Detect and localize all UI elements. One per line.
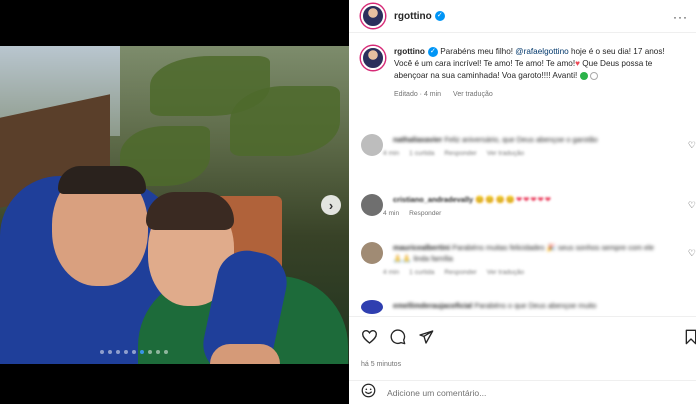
like-comment-heart-icon[interactable]: ♡	[688, 140, 696, 151]
like-heart-icon[interactable]	[361, 329, 378, 349]
post-photo[interactable]	[0, 46, 349, 364]
carousel-dot	[132, 350, 136, 354]
carousel-dot	[164, 350, 168, 354]
caption-username[interactable]: rgottino	[394, 47, 425, 56]
caption-meta: Editado · 4 min Ver tradução	[394, 89, 684, 101]
caption-translate-link[interactable]: Ver tradução	[453, 91, 493, 98]
comment-item: mauricealbertini Parabéns muitas felicid…	[361, 242, 696, 276]
green-circle-emoji	[579, 72, 588, 81]
commenter-avatar[interactable]	[361, 242, 383, 264]
commenter-avatar[interactable]	[361, 134, 383, 156]
author-username[interactable]: rgottino	[394, 11, 432, 22]
photo-boy-hair	[146, 192, 234, 230]
carousel-dot	[156, 350, 160, 354]
author-avatar[interactable]	[361, 4, 385, 28]
comment-input[interactable]	[387, 387, 637, 398]
carousel-dot	[116, 350, 120, 354]
carousel-dot	[148, 350, 152, 354]
post-details-panel: rgottino ✓ ··· rgottino ✓ Parabéns meu fi…	[349, 0, 696, 404]
post-caption: rgottino ✓ Parabéns meu filho! @rafaelgot…	[361, 46, 691, 101]
caption-avatar[interactable]	[361, 46, 385, 70]
comment-meta: 4 min 1 curtida Responder Ver tradução	[383, 150, 525, 157]
comment-text: mauricealbertini Parabéns muitas felicid…	[393, 243, 655, 263]
caption-mention[interactable]: @rafaelgottino	[515, 47, 568, 56]
comment-item: nathaliaxavier Feliz aniversário, que De…	[361, 134, 696, 157]
comment-text: cristiano_andradevally 😊😊😊😊❤❤❤❤❤	[393, 195, 552, 204]
instagram-post-window: › rgottino ✓ ··· rgottino ✓ Parabéns meu …	[0, 0, 696, 404]
carousel-dot	[108, 350, 112, 354]
more-options-icon[interactable]: ···	[673, 10, 688, 24]
emoji-smiley-icon[interactable]	[361, 383, 376, 403]
comment-text: emellimderaujacoficial Parabéns o que De…	[393, 301, 597, 310]
caption-edited: Editado · 4 min	[394, 90, 442, 98]
comment-item: cristiano_andradevally 😊😊😊😊❤❤❤❤❤ 4 min Re…	[361, 194, 696, 217]
comment-meta: 4 min 1 curtida Responder Ver tradução	[383, 269, 525, 276]
carousel-dot	[124, 350, 128, 354]
caption-text-1: Parabéns meu filho!	[437, 47, 516, 56]
like-comment-heart-icon[interactable]: ♡	[688, 248, 696, 259]
caption-body: rgottino ✓ Parabéns meu filho! @rafaelgot…	[394, 46, 684, 101]
photo-hand	[210, 344, 280, 364]
commenter-avatar[interactable]	[361, 194, 383, 216]
carousel-dots	[100, 350, 168, 354]
chevron-right-icon: ›	[328, 197, 334, 213]
verified-badge-icon: ✓	[434, 11, 445, 21]
post-action-bar	[349, 316, 696, 356]
carousel-dot	[100, 350, 104, 354]
comment-item: emellimderaujacoficial Parabéns o que De…	[361, 300, 696, 314]
share-send-icon[interactable]	[418, 329, 434, 350]
comment-text: nathaliaxavier Feliz aniversário, que De…	[393, 135, 598, 144]
save-bookmark-icon[interactable]	[684, 329, 696, 350]
post-media-area: ›	[0, 0, 349, 404]
post-timestamp: há 5 minutos	[361, 361, 402, 368]
add-comment-bar	[349, 380, 696, 404]
comment-bubble-icon[interactable]	[390, 329, 406, 350]
photo-man-hair	[58, 166, 146, 194]
white-circle-emoji	[589, 72, 598, 81]
carousel-dot	[140, 350, 144, 354]
commenter-avatar[interactable]	[361, 300, 383, 314]
post-header: rgottino ✓ ···	[349, 0, 696, 33]
like-comment-heart-icon[interactable]: ♡	[688, 200, 696, 211]
verified-badge-icon: ✓	[427, 46, 438, 57]
carousel-next-button[interactable]: ›	[321, 195, 341, 215]
comment-meta: 4 min Responder	[383, 210, 442, 217]
photo-leaf	[230, 86, 340, 156]
